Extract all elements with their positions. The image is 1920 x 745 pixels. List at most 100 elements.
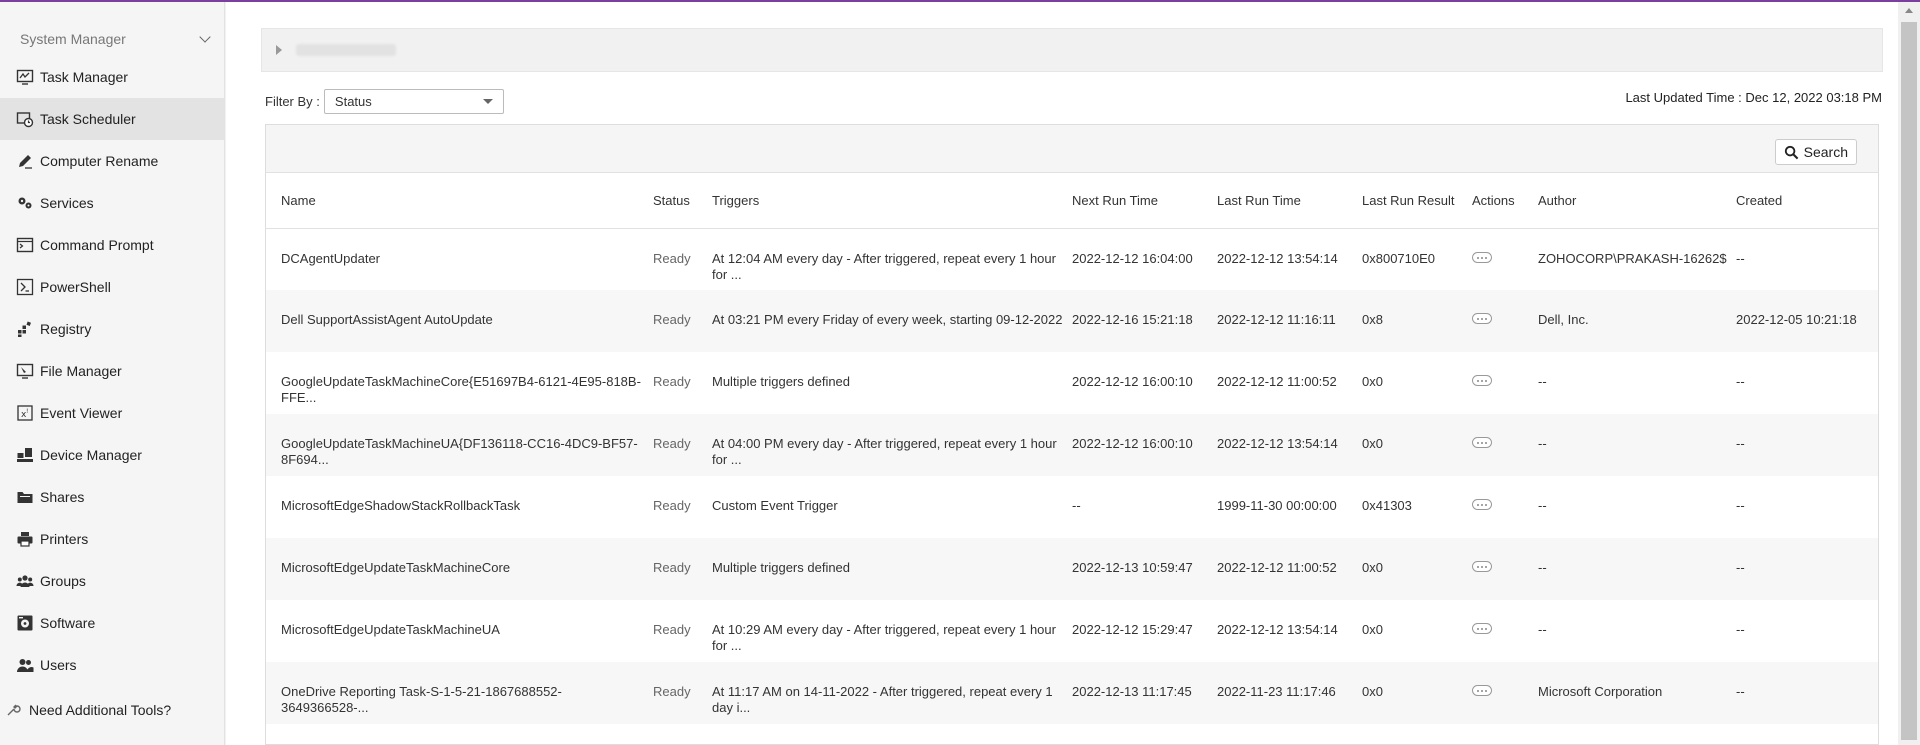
cell-status: Ready <box>653 250 691 266</box>
filter-row: Filter By : Status <box>265 89 504 114</box>
scrollbar-thumb[interactable] <box>1901 22 1917 740</box>
table-row[interactable]: MicrosoftEdgeUpdateTaskMachineUA Ready At … <box>266 600 1878 662</box>
sidebar-item-printers[interactable]: Printers <box>0 518 224 560</box>
column-header-created[interactable]: Created <box>1732 173 1878 229</box>
cell-author: -- <box>1534 538 1732 600</box>
pen-icon <box>15 152 35 170</box>
sidebar-item-command-prompt[interactable]: Command Prompt <box>0 224 224 266</box>
cell-author: ZOHOCORP\PRAKASH-16262$ <box>1538 250 1727 266</box>
table-row[interactable]: MicrosoftEdgeUpdateTaskMachineCore Ready M… <box>266 538 1878 600</box>
caret-down-icon <box>482 99 493 104</box>
more-actions-icon[interactable] <box>1472 499 1492 510</box>
cell-name[interactable]: Dell SupportAssistAgent AutoUpdate <box>266 290 649 352</box>
sidebar-header-label: System Manager <box>20 31 126 47</box>
cell-triggers: Multiple triggers defined <box>708 538 1068 600</box>
sidebar-item-task-scheduler[interactable]: Task Scheduler <box>0 98 224 140</box>
column-header-status[interactable]: Status <box>649 173 708 229</box>
cell-name[interactable]: MicrosoftEdgeUpdateTaskMachineCore <box>266 538 649 600</box>
event-viewer-icon: x! <box>15 404 35 422</box>
sidebar-item-file-manager[interactable]: File Manager <box>0 350 224 392</box>
filter-select[interactable]: Status <box>323 89 504 114</box>
table-row[interactable]: GoogleUpdateTaskMachineUA{DF136118-CC16-… <box>266 414 1878 476</box>
column-header-author[interactable]: Author <box>1534 173 1732 229</box>
cell-next: 2022-12-13 11:17:45 <box>1068 662 1213 724</box>
cell-result: 0x0 <box>1362 622 1383 637</box>
sidebar-item-users[interactable]: Users <box>0 644 224 686</box>
task-manager-icon <box>15 68 35 86</box>
cell-created: 2022-12-05 10:21:18 <box>1732 290 1878 352</box>
sidebar-item-services[interactable]: Services <box>0 182 224 224</box>
table-row[interactable]: Dell SupportAssistAgent AutoUpdate Ready A… <box>266 290 1878 352</box>
cell-name[interactable]: MicrosoftEdgeShadowStackRollbackTask <box>266 476 649 538</box>
column-header-actions[interactable]: Actions <box>1468 173 1534 229</box>
scroll-up-arrow-icon[interactable] <box>1905 8 1913 13</box>
chevron-down-icon[interactable] <box>198 32 212 46</box>
more-actions-icon[interactable] <box>1472 375 1492 386</box>
cell-next: 2022-12-13 10:59:47 <box>1068 538 1213 600</box>
column-header-next-run-time[interactable]: Next Run Time <box>1068 173 1213 229</box>
table-row[interactable]: GoogleUpdateTaskMachineCore{E51697B4-612… <box>266 352 1878 414</box>
sidebar-item-shares[interactable]: Shares <box>0 476 224 518</box>
page-scrollbar[interactable] <box>1898 2 1920 745</box>
sidebar-item-label: Task Manager <box>40 69 128 85</box>
more-actions-icon[interactable] <box>1472 437 1492 448</box>
cell-name[interactable]: DCAgentUpdater <box>266 228 649 290</box>
sidebar-item-device-manager[interactable]: Device Manager <box>0 434 224 476</box>
actions-cell <box>1468 662 1534 724</box>
shares-icon <box>15 488 35 506</box>
more-actions-icon[interactable] <box>1472 561 1492 572</box>
table-row[interactable]: OneDrive Reporting Task-S-1-5-21-1867688… <box>266 662 1878 724</box>
sidebar-item-label: Software <box>40 615 96 631</box>
more-actions-icon[interactable] <box>1472 313 1492 324</box>
table-header-row: Name Status Triggers Next Run Time Last Run … <box>266 173 1878 229</box>
cell-last: 2022-12-12 11:00:52 <box>1217 374 1337 389</box>
cell-author: Microsoft Corporation <box>1534 662 1732 724</box>
cell-status: Ready <box>653 498 691 513</box>
cell-author: -- <box>1538 622 1547 637</box>
cell-created: -- <box>1736 622 1745 637</box>
cell-name[interactable]: MicrosoftEdgeUpdateTaskMachineUA <box>266 600 649 662</box>
services-icon <box>15 194 35 212</box>
need-additional-tools-link[interactable]: Need Additional Tools? <box>0 702 171 718</box>
sidebar-item-label: Shares <box>40 489 85 505</box>
more-actions-icon[interactable] <box>1472 685 1492 696</box>
more-actions-icon[interactable] <box>1472 251 1492 263</box>
sidebar-item-event-viewer[interactable]: x! Event Viewer <box>0 392 224 434</box>
cell-last: 2022-12-12 13:54:14 <box>1217 250 1338 266</box>
cell-result: 0x0 <box>1358 414 1468 476</box>
file-manager-icon <box>15 362 35 380</box>
collapsible-section[interactable] <box>261 28 1883 72</box>
sidebar-item-software[interactable]: Software <box>0 602 224 644</box>
sidebar-item-powershell[interactable]: PowerShell <box>0 266 224 308</box>
cell-name[interactable]: GoogleUpdateTaskMachineCore{E51697B4-612… <box>266 352 649 414</box>
table-row[interactable]: MicrosoftEdgeShadowStackRollbackTask Read… <box>266 476 1878 538</box>
sidebar-item-groups[interactable]: Groups <box>0 560 224 602</box>
sidebar-item-label: Computer Rename <box>40 153 159 169</box>
expand-triangle-icon[interactable] <box>276 45 282 55</box>
cell-created: -- <box>1736 498 1745 513</box>
cell-result: 0x800710E0 <box>1362 250 1436 266</box>
cell-created: -- <box>1732 662 1878 724</box>
cell-last: 2022-12-12 11:16:11 <box>1213 290 1358 352</box>
need-additional-tools-label: Need Additional Tools? <box>29 702 172 718</box>
more-actions-icon[interactable] <box>1472 623 1492 634</box>
sidebar-header[interactable]: System Manager <box>0 22 224 56</box>
sidebar-item-computer-rename[interactable]: Computer Rename <box>0 140 224 182</box>
cell-name[interactable]: OneDrive Reporting Task-S-1-5-21-1867688… <box>266 662 649 724</box>
cell-last: 2022-12-12 13:54:14 <box>1213 414 1358 476</box>
table-row[interactable]: DCAgentUpdater Ready At 12:04 AM every day… <box>266 228 1878 290</box>
column-header-last-run-result[interactable]: Last Run Result <box>1358 173 1468 229</box>
sidebar-item-registry[interactable]: Registry <box>0 308 224 350</box>
cell-result: 0x0 <box>1358 662 1468 724</box>
cell-name[interactable]: GoogleUpdateTaskMachineUA{DF136118-CC16-… <box>266 414 649 476</box>
cell-result: 0x0 <box>1362 374 1383 389</box>
sidebar-item-task-manager[interactable]: Task Manager <box>0 56 224 98</box>
cell-created: -- <box>1736 374 1745 389</box>
search-button[interactable]: Search <box>1774 139 1857 165</box>
cell-status: Ready <box>649 538 708 600</box>
cell-result: 0x8 <box>1358 290 1468 352</box>
column-header-last-run-time[interactable]: Last Run Time <box>1213 173 1358 229</box>
cell-next: -- <box>1072 498 1081 513</box>
column-header-name[interactable]: Name <box>266 173 649 229</box>
column-header-triggers[interactable]: Triggers <box>708 173 1068 229</box>
